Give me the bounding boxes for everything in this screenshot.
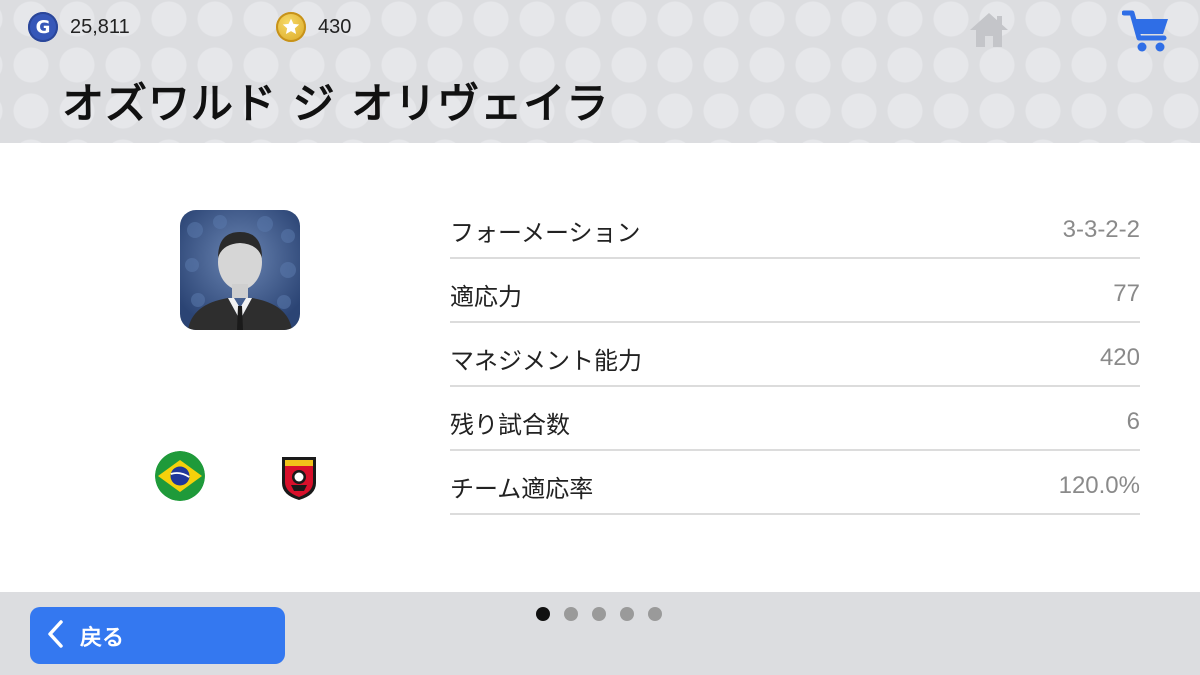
back-button[interactable]: 戻る <box>30 607 285 664</box>
chevron-left-icon <box>46 619 66 653</box>
star-coin-icon <box>276 12 306 42</box>
manager-avatar <box>180 210 300 330</box>
manager-stats: フォーメーション 3-3-2-2 適応力 77 マネジメント能力 420 残り試… <box>450 195 1140 515</box>
home-icon[interactable] <box>967 10 1011 50</box>
coin-balance: 430 <box>276 11 351 43</box>
stat-label: 適応力 <box>450 282 522 311</box>
bottom-bar: 戻る <box>0 592 1200 675</box>
gp-balance: G 25,811 <box>28 11 130 43</box>
stat-value: 3-3-2-2 <box>1062 216 1140 243</box>
back-label: 戻る <box>80 625 125 651</box>
stat-value: 77 <box>1113 280 1140 307</box>
stat-label: チーム適応率 <box>450 474 594 503</box>
stat-row-remaining-matches: 残り試合数 6 <box>450 387 1140 451</box>
stat-label: 残り試合数 <box>450 410 570 439</box>
stat-row-management-skill: マネジメント能力 420 <box>450 323 1140 387</box>
manager-name: オズワルド ジ オリヴェイラ <box>62 79 610 128</box>
shopping-cart-icon[interactable] <box>1121 8 1172 54</box>
gp-icon: G <box>28 12 58 42</box>
page-dot-1[interactable] <box>536 607 550 621</box>
stat-row-team-adaptation: チーム適応率 120.0% <box>450 451 1140 515</box>
stat-label: マネジメント能力 <box>450 346 642 375</box>
gp-amount: 25,811 <box>70 15 130 38</box>
stat-value: 420 <box>1099 344 1140 371</box>
stat-label: フォーメーション <box>450 218 641 247</box>
top-bar: G 25,811 430 オズワルド ジ オリヴェイラ <box>0 0 1200 143</box>
brazil-flag-icon <box>155 451 205 501</box>
stat-value: 6 <box>1126 408 1140 435</box>
stat-row-formation: フォーメーション 3-3-2-2 <box>450 195 1140 259</box>
stat-value: 120.0% <box>1058 472 1140 499</box>
manager-detail-panel: フォーメーション 3-3-2-2 適応力 77 マネジメント能力 420 残り試… <box>0 143 1200 592</box>
page-dot-3[interactable] <box>592 607 606 621</box>
page-dot-2[interactable] <box>564 607 578 621</box>
page-dot-5[interactable] <box>648 607 662 621</box>
page-indicator <box>536 607 662 621</box>
coins-amount: 430 <box>318 15 352 38</box>
stat-row-adaptability: 適応力 77 <box>450 259 1140 323</box>
club-crest-icon <box>280 453 318 501</box>
page-dot-4[interactable] <box>620 607 634 621</box>
